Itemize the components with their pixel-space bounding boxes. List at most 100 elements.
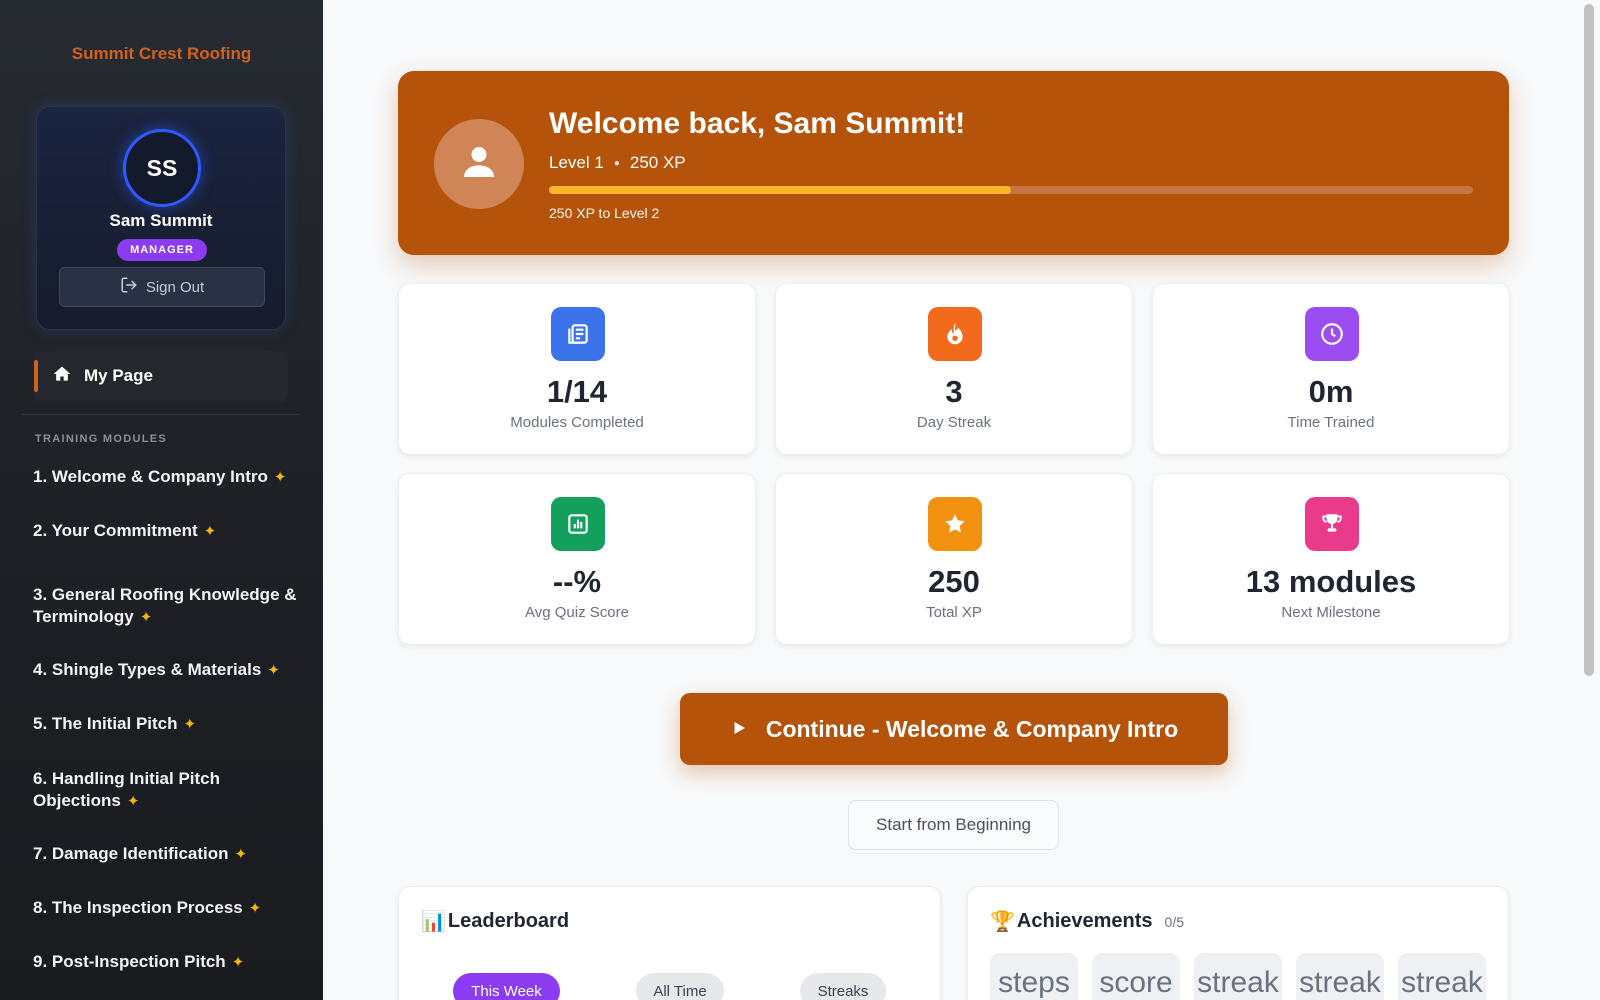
bar-chart-emoji-icon: 📊: [421, 911, 446, 933]
stat-value: 3: [945, 374, 963, 409]
stat-label: Next Milestone: [1281, 604, 1381, 621]
sparkle-icon: ✦: [234, 846, 248, 863]
sparkle-icon: ✦: [139, 609, 153, 626]
sparkle-icon: ✦: [267, 662, 280, 679]
sidebar-divider: [22, 414, 300, 415]
sign-out-icon: [120, 276, 138, 298]
sidebar-module-9[interactable]: 9. Post-Inspection Pitch ✦: [33, 951, 301, 974]
stat-value: 0m: [1308, 374, 1354, 409]
scrollbar-thumb[interactable]: [1584, 4, 1594, 676]
sparkle-icon: ✦: [248, 900, 262, 917]
level-info: Level 1 ● 250 XP: [549, 153, 686, 173]
module-label: 3. General Roofing Knowledge &: [33, 585, 297, 604]
leaderboard-title: 📊 Leaderboard: [421, 909, 569, 934]
level-text: Level 1: [549, 153, 604, 172]
user-icon: [459, 142, 499, 187]
brand-name: Summit Crest Roofing: [71, 44, 252, 63]
welcome-banner: Welcome back, Sam Summit! Level 1 ● 250 …: [398, 71, 1509, 255]
sidebar-module-2[interactable]: 2. Your Commitment ✦: [33, 520, 301, 543]
achievements-heading: Achievements: [1016, 910, 1153, 932]
training-modules-label: TRAINING MODULES: [35, 433, 168, 445]
leaderboard-heading: Leaderboard: [447, 910, 570, 932]
stat-card-modules-completed: 1/14 Modules Completed: [398, 283, 756, 455]
sidebar-module-3[interactable]: 3. General Roofing Knowledge & Terminolo…: [33, 584, 301, 629]
achievement-chip[interactable]: streak: [1296, 953, 1384, 1000]
avatar: SS: [123, 129, 201, 207]
module-label-cont: Objections: [33, 791, 121, 810]
sparkle-icon: ✦: [203, 523, 217, 540]
xp-progress-bar: [549, 186, 1473, 194]
stat-label: Time Trained: [1287, 414, 1375, 431]
stat-label: Day Streak: [916, 414, 992, 431]
sign-out-label: Sign Out: [145, 278, 205, 296]
user-avatar: [434, 119, 524, 209]
stat-label: Total XP: [926, 604, 982, 621]
nav-my-page-label: My Page: [84, 366, 153, 385]
achievement-chip[interactable]: streak: [1194, 953, 1282, 1000]
sparkle-icon: ✦: [273, 469, 287, 486]
stat-value: 13 modules: [1245, 564, 1417, 599]
tab-this-week[interactable]: This Week: [453, 973, 560, 1000]
xp-text: 250 XP: [629, 153, 686, 172]
sidebar-module-4[interactable]: 4. Shingle Types & Materials ✦: [33, 659, 301, 682]
stat-value: --%: [552, 564, 602, 599]
sparkle-icon: ✦: [126, 793, 140, 810]
achievements-panel: 🏆 Achievements 0/5 steps score streak st…: [967, 886, 1509, 1000]
stat-card-time-trained: 0m Time Trained: [1152, 283, 1510, 455]
stat-value: 1/14: [546, 374, 608, 409]
module-label: 6. Handling Initial Pitch: [33, 769, 221, 788]
start-from-beginning-button[interactable]: Start from Beginning: [848, 800, 1059, 850]
sidebar-module-6[interactable]: 6. Handling Initial Pitch Objections ✦: [33, 768, 301, 813]
achievement-chip[interactable]: score: [1092, 953, 1180, 1000]
tab-all-time[interactable]: All Time: [636, 973, 724, 1000]
home-icon: [52, 364, 72, 389]
bar-chart-icon: [551, 497, 605, 551]
continue-label: Continue - Welcome & Company Intro: [765, 715, 1179, 742]
sidebar-module-1[interactable]: 1. Welcome & Company Intro ✦: [33, 466, 301, 489]
stat-card-day-streak: 3 Day Streak: [775, 283, 1133, 455]
document-icon: [551, 307, 605, 361]
profile-card: SS Sam Summit MANAGER Sign Out: [36, 106, 286, 330]
module-label: 1. Welcome & Company Intro: [33, 467, 268, 486]
stat-card-next-milestone: 13 modules Next Milestone: [1152, 473, 1510, 645]
separator-dot: ●: [613, 157, 620, 169]
xp-to-next-level: 250 XP to Level 2: [549, 205, 660, 221]
achievement-chip[interactable]: streak: [1398, 953, 1486, 1000]
trophy-emoji-icon: 🏆: [990, 911, 1015, 933]
sign-out-button[interactable]: Sign Out: [59, 267, 265, 307]
flame-icon: [928, 307, 982, 361]
module-label: 9. Post-Inspection Pitch: [33, 952, 226, 971]
role-badge: MANAGER: [117, 239, 207, 261]
continue-module-button[interactable]: Continue - Welcome & Company Intro: [680, 693, 1228, 765]
module-label-cont: Terminology: [33, 607, 134, 626]
module-label: 2. Your Commitment: [33, 521, 198, 540]
sparkle-icon: ✦: [183, 716, 197, 733]
sparkle-icon: ✦: [231, 954, 245, 971]
trophy-icon: [1305, 497, 1359, 551]
module-label: 4. Shingle Types & Materials: [33, 660, 262, 679]
stat-value: 250: [928, 564, 980, 599]
sidebar-module-7[interactable]: 7. Damage Identification ✦: [33, 843, 301, 866]
stat-card-total-xp: 250 Total XP: [775, 473, 1133, 645]
clock-icon: [1305, 307, 1359, 361]
stat-label: Modules Completed: [510, 414, 644, 431]
tab-streaks[interactable]: Streaks: [800, 973, 886, 1000]
sidebar-module-8[interactable]: 8. The Inspection Process ✦: [33, 897, 301, 920]
active-indicator: [34, 360, 38, 392]
star-icon: [928, 497, 982, 551]
main-scrollbar[interactable]: [1584, 0, 1594, 1000]
play-icon: [730, 716, 748, 743]
leaderboard-panel: 📊 Leaderboard This Week All Time Streaks: [398, 886, 941, 1000]
xp-progress-fill: [549, 186, 1011, 194]
sidebar: Summit Crest Roofing SS Sam Summit MANAG…: [0, 0, 323, 1000]
sidebar-module-5[interactable]: 5. The Initial Pitch ✦: [33, 713, 301, 736]
module-label: 8. The Inspection Process: [33, 898, 243, 917]
nav-my-page[interactable]: My Page: [34, 350, 288, 402]
stat-label: Avg Quiz Score: [525, 604, 629, 621]
module-label: 5. The Initial Pitch: [33, 714, 178, 733]
profile-name: Sam Summit: [109, 211, 213, 230]
stat-card-avg-quiz-score: --% Avg Quiz Score: [398, 473, 756, 645]
welcome-title: Welcome back, Sam Summit!: [549, 107, 966, 140]
achievement-chip[interactable]: steps: [990, 953, 1078, 1000]
achievements-count: 0/5: [1164, 913, 1184, 930]
